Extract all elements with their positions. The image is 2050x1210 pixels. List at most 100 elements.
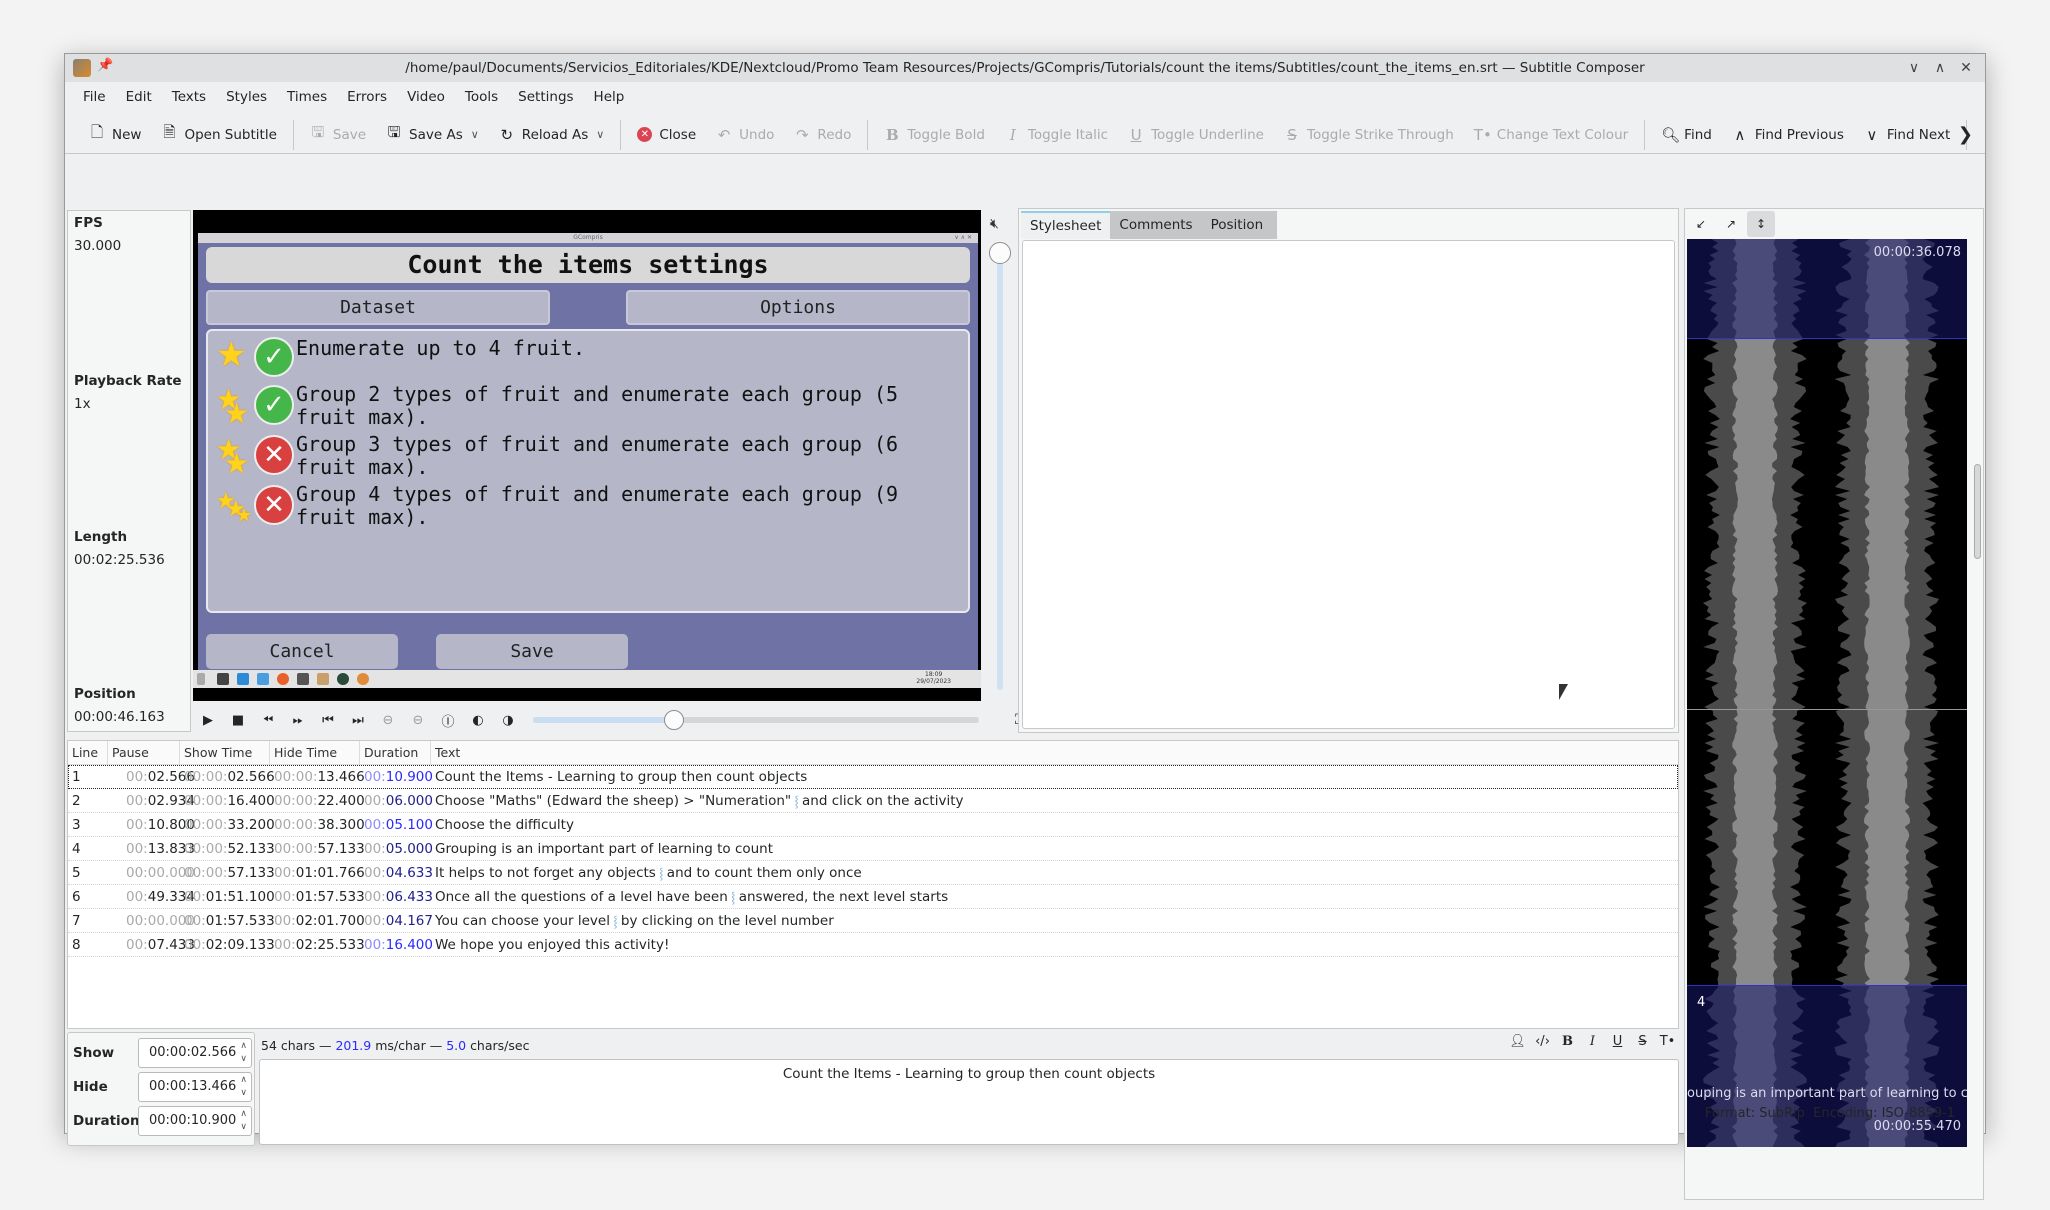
jump-next-button[interactable]: ⏭︎ bbox=[343, 713, 373, 728]
video-dataset-item: Group 2 types of fruit and enumerate eac… bbox=[296, 382, 899, 429]
zoom-out-icon[interactable]: ↗ bbox=[1717, 211, 1745, 237]
column-header-text[interactable]: Text bbox=[431, 741, 1679, 765]
stylesheet-editor[interactable] bbox=[1022, 240, 1675, 729]
video-dataset-list: ★ ✓ Enumerate up to 4 fruit. ★ ★ ✓ Group… bbox=[206, 329, 970, 613]
cell-show-time: 00:02:09.133 bbox=[184, 937, 275, 953]
waveform-block-line: 4 bbox=[1697, 995, 1706, 1010]
check-icon: ✓ bbox=[254, 337, 294, 377]
seek-forward-button[interactable]: ⏩︎ bbox=[283, 713, 313, 728]
cell-duration: 00:04.633 bbox=[364, 865, 433, 881]
class-tag-icon[interactable]: ‹/› bbox=[1530, 1034, 1555, 1049]
star-icon: ★ bbox=[224, 397, 250, 430]
subtitle-table: Line Pause Show Time Hide Time Duration … bbox=[67, 740, 1679, 1029]
table-row[interactable]: 8 00:07.433 00:02:09.133 00:02:25.533 00:16.… bbox=[68, 933, 1678, 957]
decrease-speed-button[interactable]: ◐ bbox=[463, 713, 493, 728]
cell-line: 4 bbox=[72, 841, 81, 857]
cell-show-time: 00:01:51.100 bbox=[184, 889, 275, 905]
cell-hide-time: 00:02:25.533 bbox=[274, 937, 365, 953]
bold-icon[interactable]: B bbox=[1555, 1034, 1580, 1049]
cell-show-time: 00:00:57.133 bbox=[184, 865, 275, 881]
length-label: Length bbox=[74, 529, 128, 545]
jump-previous-button[interactable]: ⏮︎ bbox=[313, 713, 343, 728]
spin-arrows-icon[interactable]: ∧ ∨ bbox=[240, 1040, 247, 1066]
duration-spinbox[interactable]: 00:00:10.900 ∧ ∨ bbox=[138, 1106, 252, 1136]
strikethrough-icon[interactable]: S bbox=[1630, 1034, 1655, 1049]
column-header-duration[interactable]: Duration bbox=[360, 741, 431, 765]
table-row[interactable]: 7 00:00.000 00:01:57.533 00:02:01.700 00:04.… bbox=[68, 909, 1678, 933]
status-format: Format: SubRip bbox=[1704, 1106, 1805, 1121]
cell-text: Choose "Maths" (Edward the sheep) > "Num… bbox=[435, 793, 964, 809]
line-break-icon: ⸾ bbox=[655, 867, 667, 880]
cell-hide-time: 00:02:01.700 bbox=[274, 913, 365, 929]
italic-icon[interactable]: I bbox=[1580, 1034, 1605, 1049]
cell-duration: 00:05.000 bbox=[364, 841, 433, 857]
video-player[interactable]: GCompris ∨ ∧ ✕ Count the items settings D… bbox=[193, 210, 981, 701]
cell-line: 5 bbox=[72, 865, 81, 881]
cell-text: You can choose your level ⸾ by clicking … bbox=[435, 913, 834, 929]
style-tabs-panel: Stylesheet Comments Position bbox=[1018, 208, 1679, 733]
stop-button[interactable]: ■ bbox=[223, 713, 253, 728]
waveform-block-text: ouping is an important part of learning … bbox=[1687, 1086, 1967, 1101]
waveform-view[interactable]: 00:00:36.078 4 ouping is an important pa… bbox=[1687, 239, 1967, 1147]
length-value: 00:02:25.536 bbox=[74, 552, 165, 568]
table-row[interactable]: 1 00:02.566 00:00:02.566 00:00:13.466 00:10.… bbox=[68, 765, 1678, 789]
tab-stylesheet[interactable]: Stylesheet bbox=[1021, 211, 1111, 239]
table-row[interactable]: 6 00:49.334 00:01:51.100 00:01:57.533 00:06.… bbox=[68, 885, 1678, 909]
tab-position[interactable]: Position bbox=[1201, 211, 1278, 239]
tab-comments[interactable]: Comments bbox=[1110, 211, 1202, 239]
set-hide-time-button[interactable]: ⊖ bbox=[403, 713, 433, 728]
line-break-icon: ⸾ bbox=[791, 795, 803, 808]
cell-hide-time: 00:01:57.533 bbox=[274, 889, 365, 905]
spin-arrows-icon[interactable]: ∧ ∨ bbox=[240, 1074, 247, 1100]
waveform-scrollbar[interactable] bbox=[1974, 464, 1981, 559]
spin-arrows-icon[interactable]: ∧ ∨ bbox=[240, 1108, 247, 1134]
muted-speaker-icon[interactable]: 🔇︎ bbox=[990, 216, 999, 232]
table-row[interactable]: 4 00:13.833 00:00:52.133 00:00:57.133 00:05.… bbox=[68, 837, 1678, 861]
seek-slider[interactable] bbox=[533, 710, 979, 730]
line-break-icon: ⸾ bbox=[609, 915, 621, 928]
star-icon: ★ bbox=[224, 447, 250, 480]
zoom-in-icon[interactable]: ↙ bbox=[1687, 211, 1715, 237]
seek-backward-button[interactable]: ⏪︎ bbox=[253, 713, 283, 728]
set-show-time-button[interactable]: ⊖ bbox=[373, 713, 403, 728]
underline-icon[interactable]: U bbox=[1605, 1034, 1630, 1049]
cell-hide-time: 00:01:01.766 bbox=[274, 865, 365, 881]
time-editor: Show 00:00:02.566 ∧ ∨ Hide 00:00:13.466 ∧ ∨ … bbox=[67, 1032, 255, 1146]
line-break-icon: ⸾ bbox=[727, 891, 739, 904]
volume-slider[interactable] bbox=[997, 248, 1003, 690]
video-window-title: GCompris ∨ ∧ ✕ bbox=[198, 233, 978, 243]
volume-slider-thumb[interactable] bbox=[989, 242, 1011, 264]
cross-icon: ✕ bbox=[254, 485, 294, 525]
column-header-line[interactable]: Line bbox=[68, 741, 108, 765]
cell-line: 7 bbox=[72, 913, 81, 929]
column-header-hide-time[interactable]: Hide Time bbox=[270, 741, 360, 765]
show-time-spinbox[interactable]: 00:00:02.566 ∧ ∨ bbox=[138, 1038, 252, 1068]
autoscroll-icon[interactable]: ↕ bbox=[1747, 211, 1775, 237]
column-header-show-time[interactable]: Show Time bbox=[180, 741, 270, 765]
waveform-bottom-time: 00:00:55.470 bbox=[1873, 1119, 1961, 1134]
column-header-pause[interactable]: Pause bbox=[108, 741, 180, 765]
hide-time-spinbox[interactable]: 00:00:13.466 ∧ ∨ bbox=[138, 1072, 252, 1102]
subtitle-text-editor[interactable]: Count the Items - Learning to group then… bbox=[259, 1059, 1679, 1145]
tab-bar: Stylesheet Comments Position bbox=[1021, 211, 1278, 239]
voice-icon[interactable]: 👤︎ bbox=[1505, 1034, 1530, 1049]
table-row[interactable]: 2 00:02.934 00:00:16.400 00:00:22.400 00:06.… bbox=[68, 789, 1678, 813]
video-cancel-button: Cancel bbox=[206, 634, 398, 669]
table-row[interactable]: 3 00:10.800 00:00:33.200 00:00:38.300 00:05.… bbox=[68, 813, 1678, 837]
table-row[interactable]: 5 00:00.000 00:00:57.133 00:01:01.766 00:04.… bbox=[68, 861, 1678, 885]
cell-hide-time: 00:00:38.300 bbox=[274, 817, 365, 833]
cell-line: 8 bbox=[72, 937, 81, 953]
waveform-panel: ↙ ↗ ↕ 00:00:36.078 4 ouping is an import… bbox=[1684, 208, 1984, 1200]
volume-control: 🔇︎ bbox=[985, 210, 1015, 735]
cell-hide-time: 00:00:13.466 bbox=[274, 769, 365, 785]
cell-hide-time: 00:00:57.133 bbox=[274, 841, 365, 857]
play-button[interactable]: ▶ bbox=[193, 713, 223, 728]
seek-slider-thumb[interactable] bbox=[664, 710, 685, 730]
status-bar: Format: SubRip Encoding: ISO-8859-1 bbox=[1705, 1106, 1955, 1121]
increase-speed-button[interactable]: ◑ bbox=[493, 713, 523, 728]
video-save-button: Save bbox=[436, 634, 628, 669]
text-format-toolbar: 👤︎ ‹/› B I U S T• bbox=[1505, 1034, 1680, 1049]
playback-controls: ▶ ■ ⏪︎ ⏩︎ ⏮︎ ⏭︎ ⊖ ⊖ Ⓘ ◐ ◑ bbox=[193, 705, 1033, 735]
audio-stream-button[interactable]: Ⓘ bbox=[433, 711, 463, 730]
text-colour-icon[interactable]: T• bbox=[1655, 1034, 1680, 1049]
